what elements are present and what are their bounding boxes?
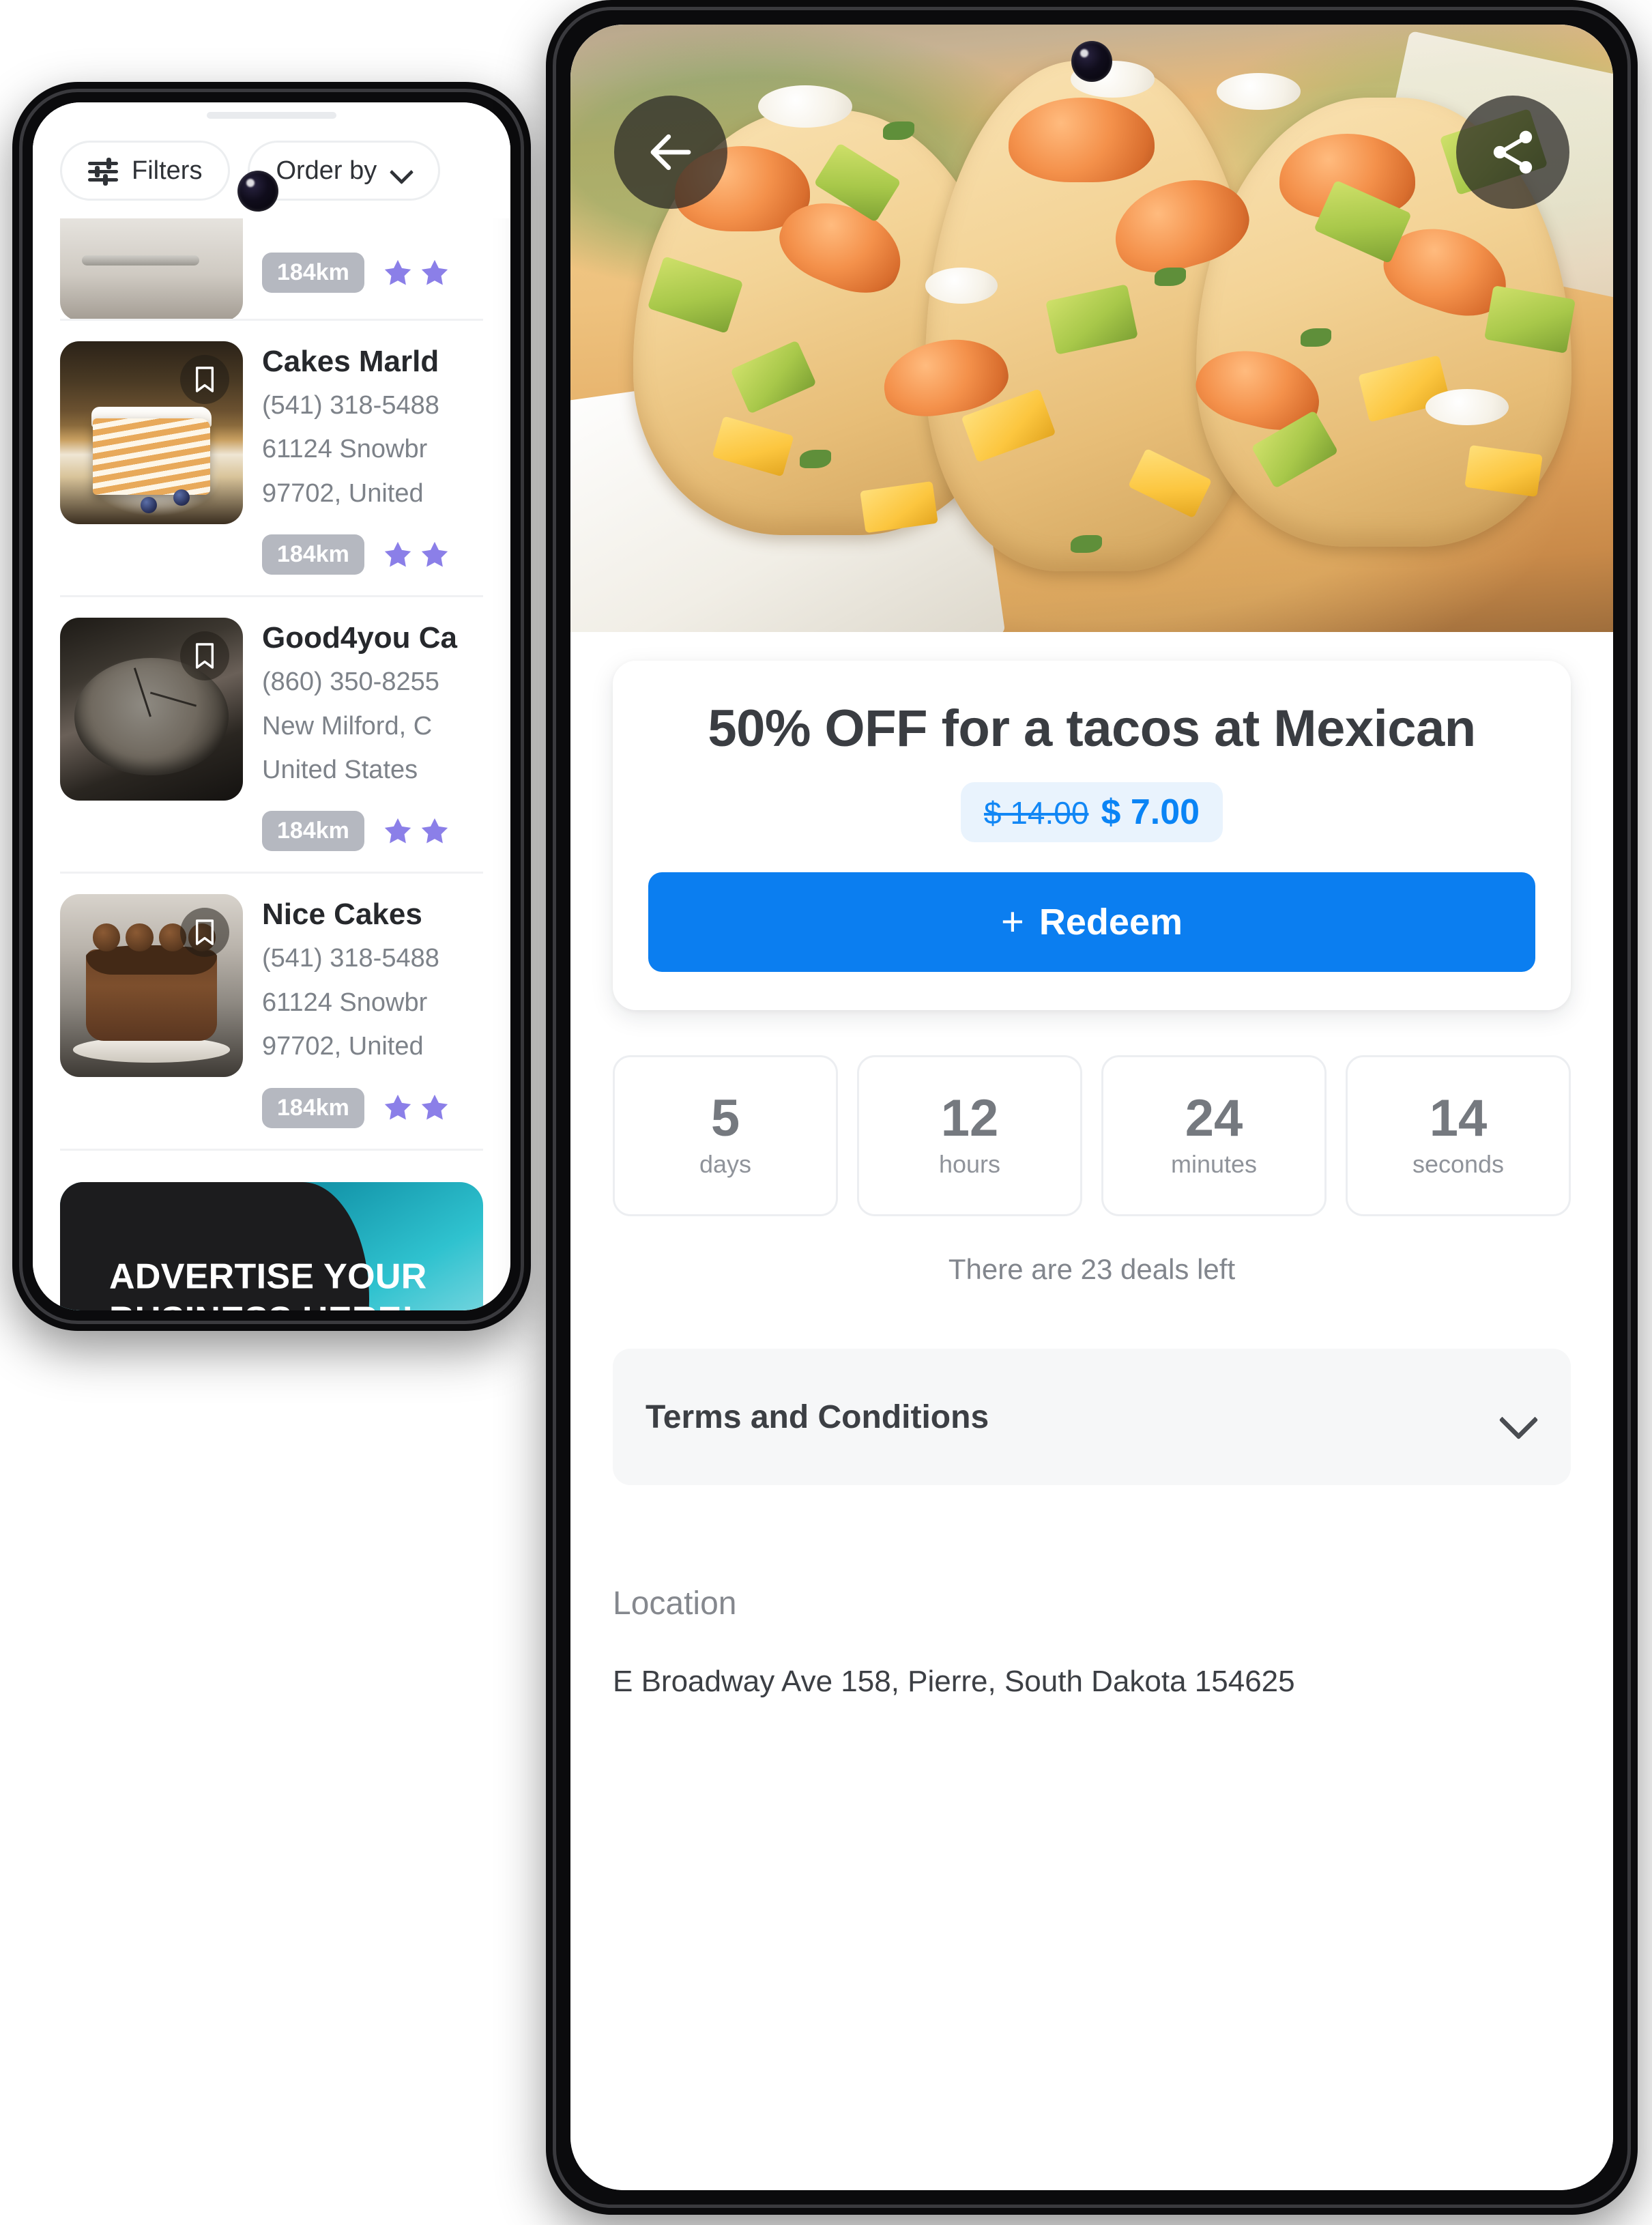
deal-hero-image: [570, 25, 1613, 632]
back-button[interactable]: [614, 96, 727, 209]
distance-badge: 184km: [262, 253, 364, 293]
terms-and-conditions-label: Terms and Conditions: [646, 1398, 989, 1435]
rating-stars: [382, 816, 450, 847]
list-item[interactable]: Good4you Ca (860) 350-8255 New Milford, …: [60, 597, 483, 874]
listing-name: Good4you Ca: [262, 621, 458, 655]
listing-thumbnail[interactable]: [60, 618, 243, 801]
advertisement-slot[interactable]: ADVERTISE YOUR BUSINESS HERE!: [60, 1151, 483, 1310]
terms-and-conditions-accordion[interactable]: Terms and Conditions: [613, 1349, 1571, 1486]
star-icon: [421, 1094, 448, 1120]
front-camera-punch-hole: [237, 171, 278, 212]
countdown-days: 5 days: [613, 1055, 838, 1217]
star-icon: [384, 259, 411, 285]
listing-address-line2: United States: [262, 756, 418, 784]
star-icon: [421, 818, 448, 844]
distance-badge: 184km: [262, 811, 364, 852]
star-icon: [384, 1094, 411, 1120]
listing-thumbnail[interactable]: [60, 218, 243, 319]
listing-address-line2: 97702, United: [262, 478, 424, 508]
bookmark-icon: [195, 919, 214, 946]
filters-button[interactable]: Filters: [60, 141, 231, 201]
filters-button-label: Filters: [132, 156, 203, 185]
rating-stars: [382, 539, 450, 571]
chevron-down-icon[interactable]: [1500, 1398, 1538, 1436]
listing-name: Nice Cakes: [262, 898, 422, 932]
countdown-hours-label: hours: [938, 1150, 1001, 1179]
bookmark-icon: [195, 643, 214, 669]
list-item[interactable]: Cakes Marld (541) 318-5488 61124 Snowbr …: [60, 321, 483, 598]
countdown-minutes-value: 24: [1185, 1089, 1243, 1148]
listing-address-line1: 61124 Snowbr: [262, 988, 428, 1017]
star-icon: [421, 541, 448, 567]
foreground-phone-screen: 50% OFF for a tacos at Mexican $ 14.00 $…: [570, 25, 1613, 2190]
chevron-down-icon: [390, 160, 412, 182]
share-icon: [1493, 130, 1533, 174]
listing-name: Cakes Marld: [262, 345, 439, 378]
star-icon: [384, 818, 411, 844]
listing-info: Good4you Ca (860) 350-8255 New Milford, …: [262, 618, 483, 852]
listing-phone: (541) 318-5488: [262, 944, 439, 973]
rating-stars: [382, 1092, 450, 1123]
location-heading: Location: [613, 1585, 737, 1622]
front-camera-punch-hole: [1071, 41, 1112, 82]
countdown-timer: 5 days 12 hours 24 minutes 14 seconds: [613, 1055, 1571, 1217]
bookmark-button[interactable]: [180, 908, 229, 958]
listing-info: Cakes Marld (541) 318-5488 61124 Snowbr …: [262, 341, 483, 575]
tacos-photo: [570, 25, 1613, 632]
star-icon: [421, 259, 448, 285]
list-item[interactable]: Nice Cakes (541) 318-5488 61124 Snowbr 9…: [60, 874, 483, 1151]
countdown-minutes-label: minutes: [1170, 1150, 1258, 1179]
bookmark-button[interactable]: [180, 631, 229, 681]
listing-thumbnail[interactable]: [60, 341, 243, 524]
distance-badge: 184km: [262, 1087, 364, 1128]
sliders-icon: [88, 156, 118, 186]
sheet-grip-handle: [207, 112, 336, 119]
original-price: $ 14.00: [983, 795, 1089, 831]
countdown-days-value: 5: [710, 1089, 740, 1148]
star-icon: [384, 541, 411, 567]
bookmark-button[interactable]: [180, 355, 229, 404]
listing-thumbnail[interactable]: [60, 894, 243, 1078]
order-by-label: Order by: [276, 156, 377, 185]
price-badge: $ 14.00 $ 7.00: [960, 782, 1223, 843]
share-button[interactable]: [1456, 96, 1569, 209]
listing-info: Nice Cakes (541) 318-5488 61124 Snowbr 9…: [262, 894, 483, 1128]
listing-info: 184km: [262, 218, 483, 298]
redeem-button-label: Redeem: [1039, 902, 1183, 943]
listing-phone: (860) 350-8255: [262, 668, 439, 697]
discounted-price: $ 7.00: [1101, 792, 1200, 833]
countdown-hours-value: 12: [940, 1089, 999, 1148]
business-list[interactable]: 184km Cakes Marld (541) 318-5488 61124 S…: [33, 218, 510, 1310]
countdown-hours: 12 hours: [857, 1055, 1082, 1217]
countdown-seconds: 14 seconds: [1346, 1055, 1571, 1217]
deals-remaining-text: There are 23 deals left: [948, 1253, 1236, 1286]
listing-address-line1: New Milford, C: [262, 711, 433, 741]
background-phone-device: Filters Order by 184km Cakes Marld (541)…: [12, 82, 531, 1331]
distance-badge: 184km: [262, 534, 364, 575]
arrow-left-icon: [650, 134, 691, 171]
background-phone-screen: Filters Order by 184km Cakes Marld (541)…: [33, 102, 510, 1310]
foreground-phone-device: 50% OFF for a tacos at Mexican $ 14.00 $…: [546, 0, 1638, 2215]
countdown-days-label: days: [699, 1150, 752, 1179]
listing-address-line1: 61124 Snowbr: [262, 435, 428, 464]
countdown-minutes: 24 minutes: [1101, 1055, 1327, 1217]
countdown-seconds-value: 14: [1429, 1089, 1488, 1148]
screenshot-stage: Filters Order by 184km Cakes Marld (541)…: [0, 0, 1652, 2225]
listing-address-line2: 97702, United: [262, 1032, 424, 1061]
advertise-banner[interactable]: ADVERTISE YOUR BUSINESS HERE!: [60, 1181, 483, 1310]
plus-icon: +: [1001, 900, 1024, 945]
list-item[interactable]: 184km: [60, 218, 483, 321]
countdown-seconds-label: seconds: [1412, 1150, 1505, 1179]
advertise-banner-text: ADVERTISE YOUR BUSINESS HERE!: [109, 1257, 427, 1310]
deal-summary-card: 50% OFF for a tacos at Mexican $ 14.00 $…: [613, 661, 1571, 1011]
food-photo: [60, 218, 243, 319]
deal-title: 50% OFF for a tacos at Mexican: [708, 700, 1476, 758]
listing-phone: (541) 318-5488: [262, 390, 439, 420]
location-address: E Broadway Ave 158, Pierre, South Dakota…: [613, 1665, 1295, 1699]
redeem-button[interactable]: + Redeem: [648, 872, 1535, 973]
rating-stars: [382, 257, 450, 289]
bookmark-icon: [195, 367, 214, 392]
